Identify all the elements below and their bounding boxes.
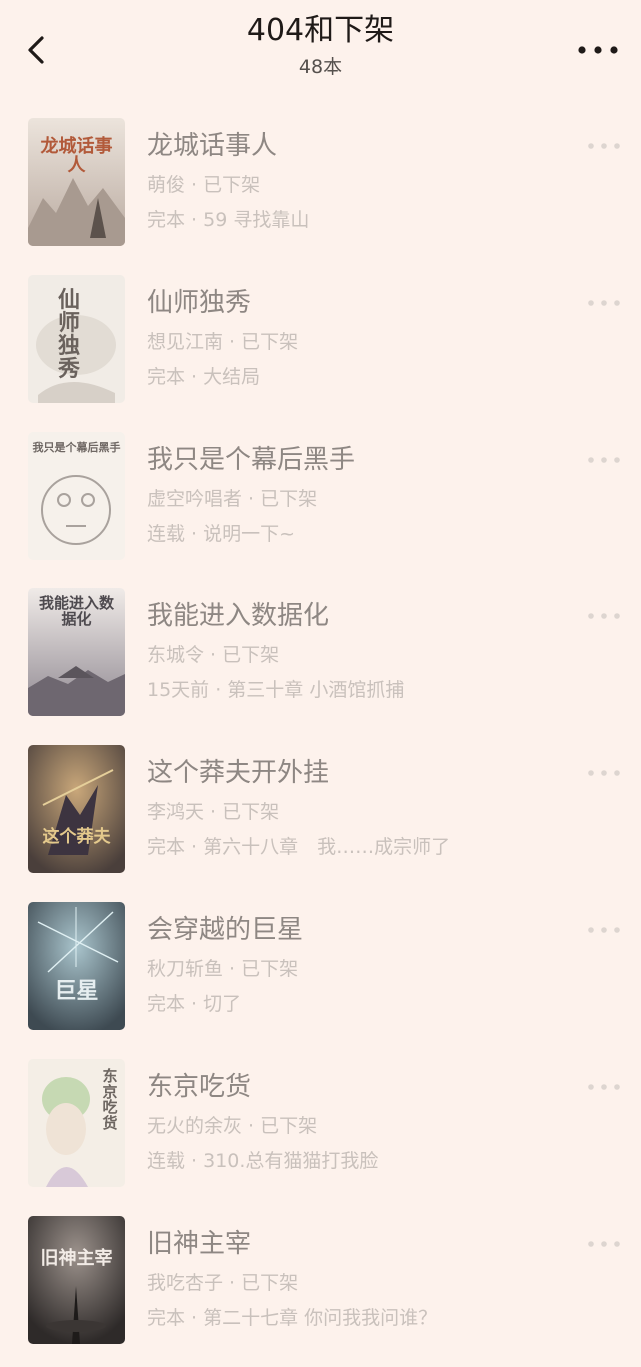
more-button[interactable] (577, 36, 619, 64)
cover-title: 我能进入数据化 (38, 594, 114, 629)
book-author-status: 东城令 · 已下架 (147, 644, 280, 667)
book-title: 旧神主宰 (147, 1228, 252, 1259)
book-title: 会穿越的巨星 (147, 914, 304, 945)
more-horizontal-icon (588, 927, 620, 933)
more-horizontal-icon (588, 613, 620, 620)
book-title: 这个莽夫开外挂 (147, 758, 330, 789)
book-latest-chapter: 连载 · 说明一下~ (147, 522, 296, 545)
list-item[interactable]: 旧神主宰 旧神主宰 我吃杏子 · 已下架 完本 · 第二十七章 你问我我问谁？ (0, 1210, 641, 1367)
book-cover[interactable]: 龙城话事人 (28, 118, 125, 246)
cover-title: 龙城话事人 (40, 136, 113, 176)
item-more-button[interactable] (587, 295, 621, 309)
more-horizontal-icon (588, 299, 620, 306)
cover-title: 旧神主宰 (40, 1247, 113, 1269)
cover-title: 这个莽夫 (42, 827, 111, 848)
list-item[interactable]: 仙师独秀 仙师独秀 想见江南 · 已下架 完本 · 大结局 (0, 269, 641, 426)
book-title: 东京吃货 (147, 1071, 252, 1102)
item-more-button[interactable] (587, 765, 621, 779)
more-horizontal-icon (588, 1240, 620, 1247)
book-author-status: 我吃杏子 · 已下架 (147, 1271, 299, 1294)
book-latest-chapter: 完本 · 切了 (147, 992, 242, 1015)
more-horizontal-icon (588, 1083, 620, 1090)
book-count: 48本 (298, 56, 343, 78)
book-author-status: 李鸿天 · 已下架 (147, 801, 280, 824)
cover-image (28, 1215, 125, 1344)
book-cover[interactable]: 仙师独秀 (28, 274, 125, 403)
item-more-button[interactable] (587, 922, 621, 936)
list-item[interactable]: 巨星 会穿越的巨星 秋刀斩鱼 · 已下架 完本 · 切了 (0, 896, 641, 1053)
book-list: 龙城话事人 龙城话事人 萌俊 · 已下架 完本 · 59 寻找靠山 仙师独秀 仙… (0, 112, 641, 1366)
list-item[interactable]: 这个莽夫 这个莽夫开外挂 李鸿天 · 已下架 完本 · 第六十八章 我……成宗师… (0, 739, 641, 896)
book-title: 我只是个幕后黑手 (147, 444, 356, 475)
cover-image (28, 745, 125, 874)
item-more-button[interactable] (587, 138, 621, 152)
more-horizontal-icon (588, 770, 620, 776)
book-latest-chapter: 完本 · 第二十七章 你问我我问谁？ (147, 1306, 438, 1329)
book-author-status: 无火的余灰 · 已下架 (147, 1114, 318, 1137)
cover-title: 我只是个幕后黑手 (32, 440, 121, 454)
more-horizontal-icon (588, 143, 620, 149)
item-more-button[interactable] (587, 1079, 621, 1093)
cover-image (28, 901, 125, 1030)
book-latest-chapter: 完本 · 59 寻找靠山 (147, 209, 310, 231)
book-latest-chapter: 连载 · 310.总有猫猫打我脸 (147, 1149, 379, 1172)
book-author-status: 想见江南 · 已下架 (147, 330, 299, 353)
list-item[interactable]: 东京吃货 东京吃货 无火的余灰 · 已下架 连载 · 310.总有猫猫打我脸 (0, 1053, 641, 1210)
book-author-status: 萌俊 · 已下架 (147, 174, 261, 196)
book-cover[interactable]: 巨星 (28, 901, 125, 1030)
book-author-status: 虚空吟唱者 · 已下架 (147, 487, 318, 510)
item-more-button[interactable] (587, 608, 621, 622)
book-title: 我能进入数据化 (147, 601, 330, 632)
book-cover[interactable]: 我只是个幕后黑手 (28, 431, 125, 560)
cover-title: 东京吃货 (102, 1066, 118, 1133)
book-latest-chapter: 完本 · 大结局 (147, 365, 261, 388)
book-author-status: 秋刀斩鱼 · 已下架 (147, 957, 299, 980)
book-title: 龙城话事人 (147, 131, 278, 161)
top-bar: 404和下架 48本 (0, 0, 641, 96)
book-cover[interactable]: 这个莽夫 (28, 745, 125, 874)
cover-title: 仙师独秀 (57, 286, 80, 383)
book-cover[interactable]: 我能进入数据化 (28, 588, 125, 717)
list-item[interactable]: 我只是个幕后黑手 我只是个幕后黑手 虚空吟唱者 · 已下架 连载 · 说明一下~ (0, 426, 641, 583)
page-title: 404和下架 (246, 13, 395, 48)
more-horizontal-icon (588, 456, 620, 463)
cover-title: 巨星 (54, 977, 99, 1004)
list-item[interactable]: 龙城话事人 龙城话事人 萌俊 · 已下架 完本 · 59 寻找靠山 (0, 112, 641, 269)
book-latest-chapter: 15天前 · 第三十章 小酒馆抓捕 (147, 679, 405, 702)
book-cover[interactable]: 旧神主宰 (28, 1215, 125, 1344)
book-latest-chapter: 完本 · 第六十八章 我……成宗师了 (147, 836, 451, 859)
more-horizontal-icon (578, 46, 618, 54)
book-cover[interactable]: 东京吃货 (28, 1058, 125, 1187)
item-more-button[interactable] (587, 1236, 621, 1250)
list-item[interactable]: 我能进入数据化 我能进入数据化 东城令 · 已下架 15天前 · 第三十章 小酒… (0, 582, 641, 739)
item-more-button[interactable] (587, 452, 621, 466)
book-title: 仙师独秀 (147, 287, 252, 318)
